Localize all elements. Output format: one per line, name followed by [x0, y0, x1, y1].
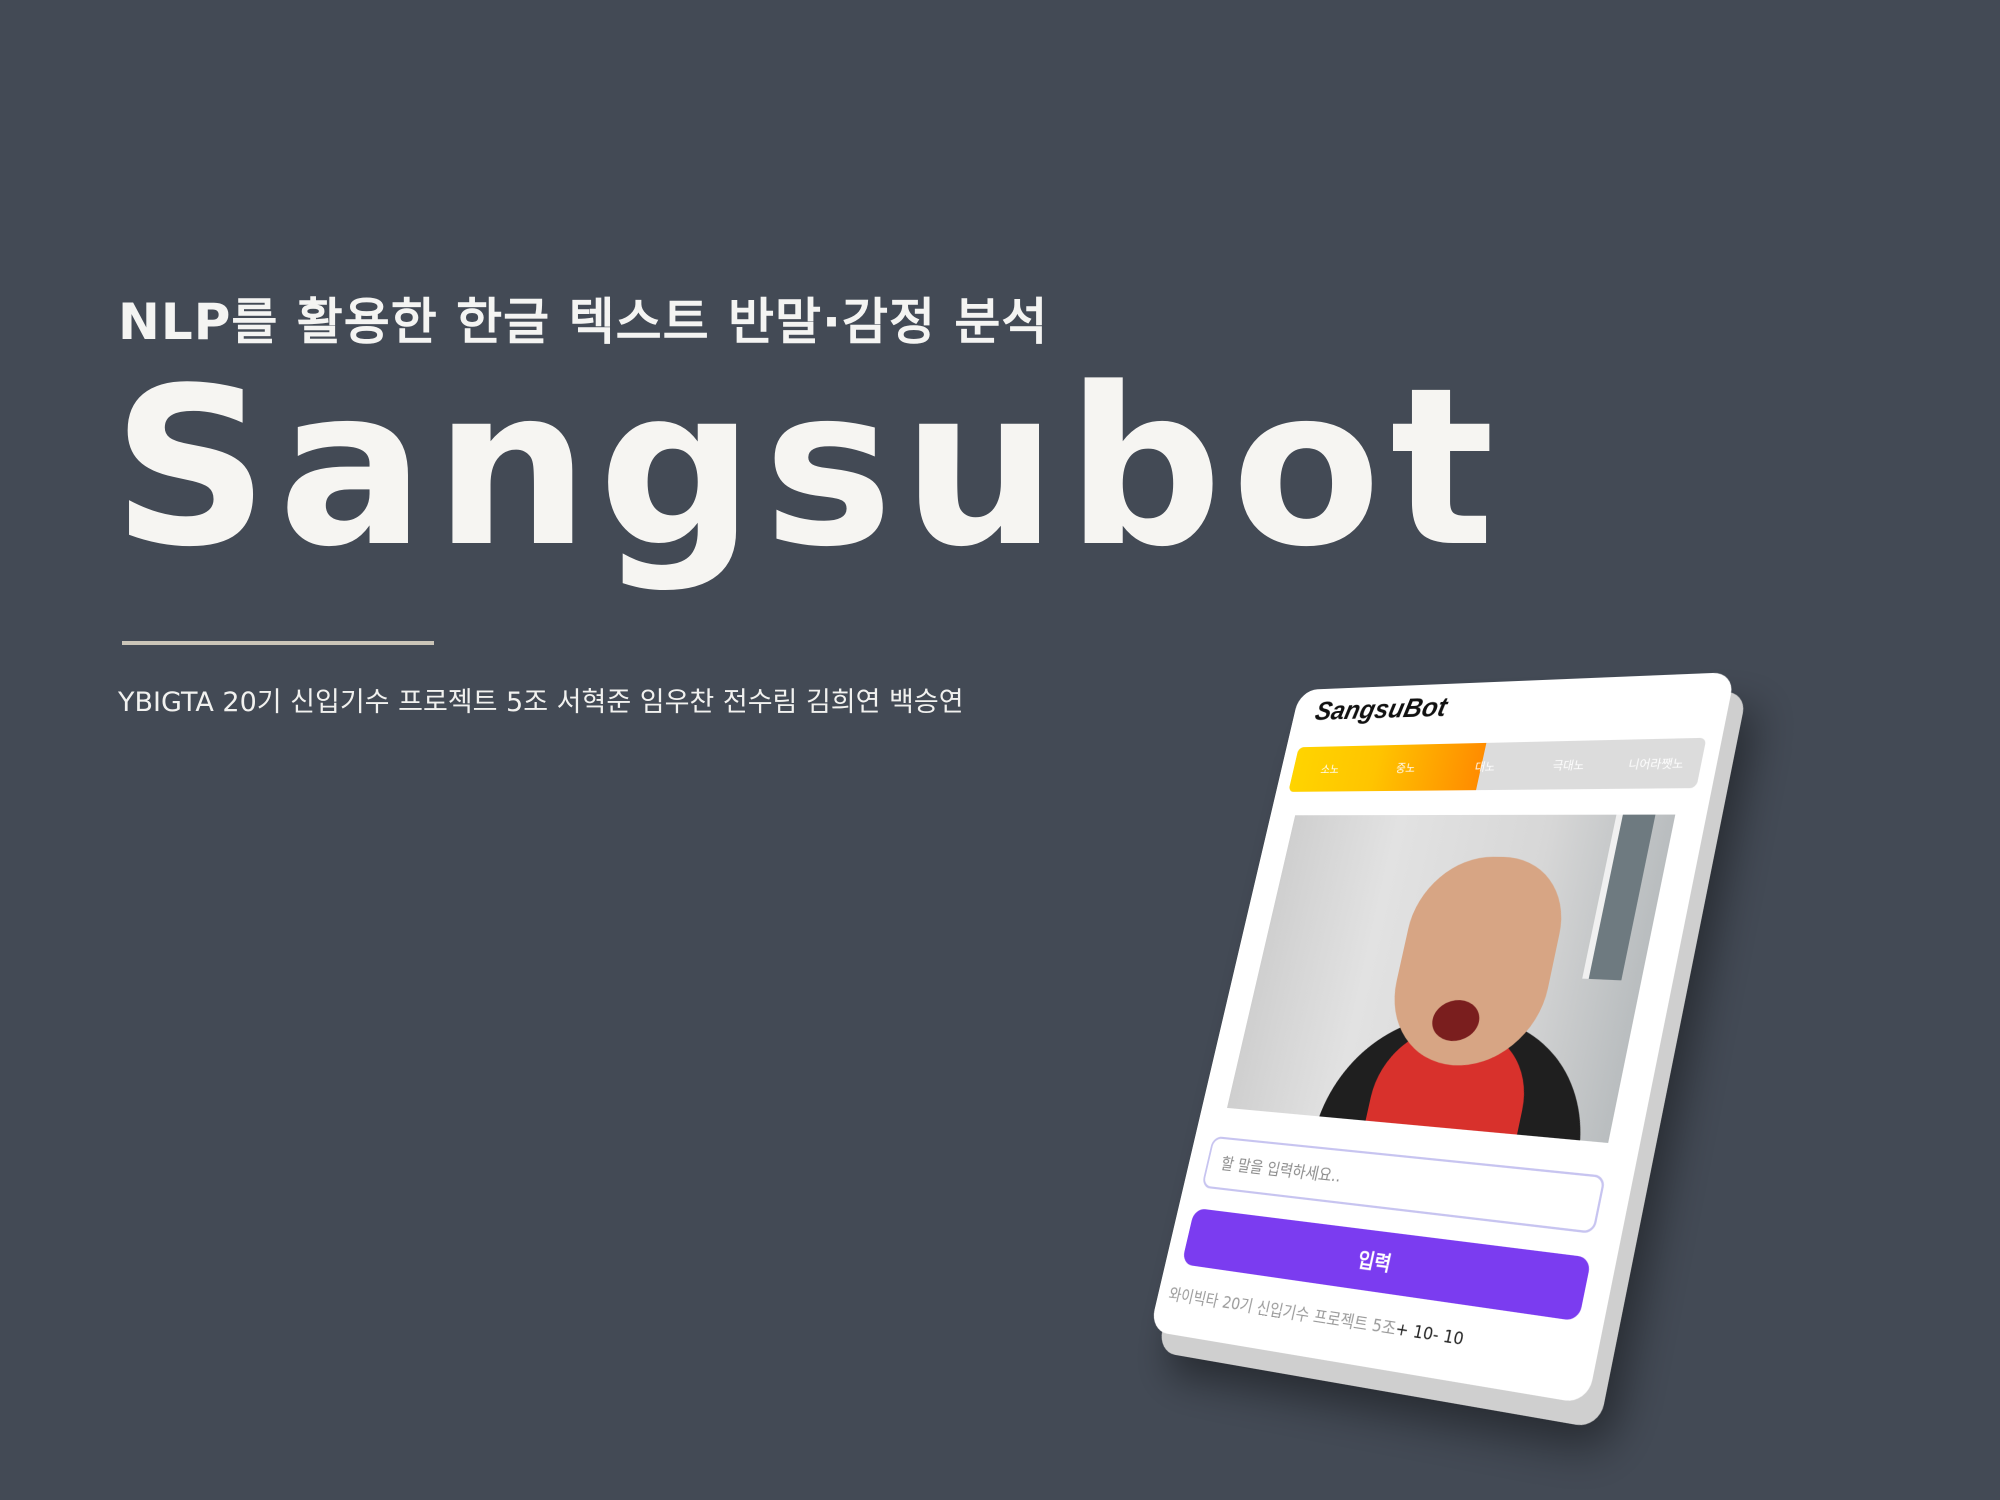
score-counter: + 10- 10: [1393, 1318, 1466, 1350]
door-background: [1582, 814, 1656, 981]
page-title: Sangsubot: [112, 342, 1504, 595]
divider: [122, 641, 434, 645]
phone-mockup: SangsuBot 소노 중노 대노 극대노 니어라쨋노 할 말을 입력하세요.…: [1149, 672, 1770, 1405]
anger-level-label: 대노: [1473, 760, 1497, 774]
anger-level-label: 중노: [1394, 761, 1417, 775]
phone-screen: SangsuBot 소노 중노 대노 극대노 니어라쨋노 할 말을 입력하세요.…: [1149, 672, 1736, 1405]
anger-level-label: 극대노: [1551, 758, 1586, 773]
anger-level-label: 소노: [1319, 762, 1341, 776]
app-title: SangsuBot: [1312, 691, 1451, 726]
face-photo: [1227, 814, 1676, 1143]
person-head: [1379, 856, 1576, 1071]
credits: YBIGTA 20기 신입기수 프로젝트 5조 서혁준 임우찬 전수림 김희연 …: [118, 687, 964, 718]
anger-level-labels: 소노 중노 대노 극대노 니어라쨋노: [1288, 738, 1706, 792]
anger-level-label: 니어라쨋노: [1627, 756, 1686, 772]
anger-level-bar: 소노 중노 대노 극대노 니어라쨋노: [1288, 737, 1707, 792]
footer-text: 와이빅타 20기 신입기수 프로젝트 5조: [1166, 1284, 1399, 1339]
